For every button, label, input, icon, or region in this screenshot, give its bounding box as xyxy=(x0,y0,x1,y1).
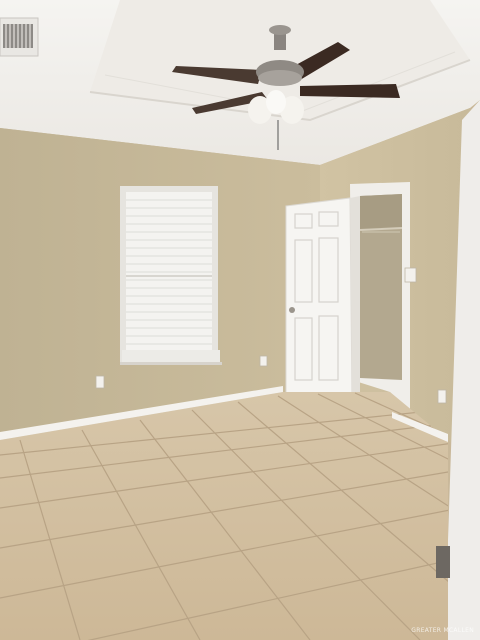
watermark: GREATER MCALLEN xyxy=(411,627,474,634)
tile-floor xyxy=(0,392,448,640)
room-photo: GREATER MCALLEN xyxy=(0,0,480,640)
room-illustration xyxy=(0,0,480,640)
light-switch xyxy=(404,267,417,283)
fan-light-bulb xyxy=(266,90,286,114)
interior-door xyxy=(285,196,360,399)
wall-outlet-left xyxy=(95,375,105,389)
wall-outlet-center xyxy=(259,355,268,367)
door-strike-plate xyxy=(436,546,450,578)
fan-blade xyxy=(300,84,400,98)
window xyxy=(120,186,222,365)
door-knob-icon xyxy=(289,307,295,313)
wall-outlet-right xyxy=(437,389,447,404)
air-vent-icon xyxy=(0,17,39,57)
